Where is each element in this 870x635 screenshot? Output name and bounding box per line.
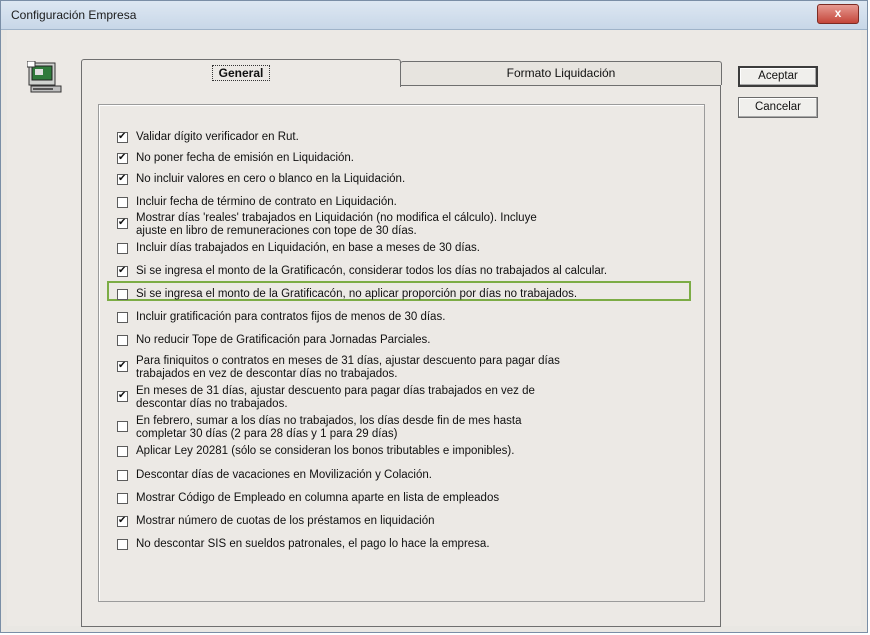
option-row[interactable]: Descontar días de vacaciones en Moviliza… [117,469,432,482]
option-label-line: Mostrar número de cuotas de los préstamo… [136,515,435,527]
computer-settings-icon [27,61,62,93]
option-label: Aplicar Ley 20281 (sólo se consideran lo… [136,445,514,458]
option-label-line: No poner fecha de emisión en Liquidación… [136,152,355,164]
option-label-line: Mostrar días 'reales' trabajados en Liqu… [136,212,537,224]
checkbox-checked[interactable] [117,151,128,164]
option-label-line: No reducir Tope de Gratificación para Jo… [136,334,431,346]
checkbox-checked[interactable] [117,359,128,372]
option-row[interactable]: Si se ingresa el monto de la Gratificacó… [117,288,577,301]
option-row[interactable]: En meses de 31 días, ajustar descuento p… [117,385,535,411]
option-label-line: Si se ingresa el monto de la Gratificacó… [136,288,578,300]
option-label-line: No descontar SIS en sueldos patronales, … [136,538,490,550]
option-label-line: completar 30 días (2 para 28 días y 1 pa… [136,428,398,440]
option-row[interactable]: Incluir gratificación para contratos fij… [117,311,445,324]
option-label-line: Incluir fecha de término de contrato en … [136,196,397,208]
option-label-line: Si se ingresa el monto de la Gratificacó… [136,265,608,277]
option-label-line: Descontar días de vacaciones en Moviliza… [136,469,432,481]
option-label-line: ajuste en libro de remuneraciones con to… [136,225,417,237]
close-button[interactable]: x [817,4,859,24]
option-label-line: En febrero, sumar a los días no trabajad… [136,415,522,427]
option-label: Mostrar días 'reales' trabajados en Liqu… [136,212,537,238]
option-label: En meses de 31 días, ajustar descuento p… [136,385,535,411]
option-label: No poner fecha de emisión en Liquidación… [136,152,354,165]
option-row[interactable]: Si se ingresa el monto de la Gratificacó… [117,264,607,278]
title-bar: Configuración Empresa x [1,1,867,30]
checkbox-checked[interactable] [117,389,128,402]
checkbox-unchecked[interactable] [117,312,128,323]
option-label-line: Para finiquitos o contratos en meses de … [136,355,560,367]
option-row[interactable]: Mostrar Código de Empleado en columna ap… [117,492,499,505]
option-label: Mostrar número de cuotas de los préstamo… [136,515,435,528]
option-label-line: Incluir gratificación para contratos fij… [136,311,446,323]
option-label: Mostrar Código de Empleado en columna ap… [136,492,499,505]
option-label-line: Aplicar Ley 20281 (sólo se consideran lo… [136,445,515,457]
window-title: Configuración Empresa [11,8,137,22]
option-label-line: No incluir valores en cero o blanco en l… [136,173,406,185]
option-label: Validar dígito verificador en Rut. [136,131,299,144]
option-label: Si se ingresa el monto de la Gratificacó… [136,288,577,301]
option-label: Si se ingresa el monto de la Gratificacó… [136,265,607,278]
cancel-button[interactable]: Cancelar [738,97,818,118]
close-icon: x [834,6,842,20]
tab-general-label: General [211,65,271,81]
option-label: No reducir Tope de Gratificación para Jo… [136,334,430,347]
option-row[interactable]: Validar dígito verificador en Rut. [117,130,299,144]
option-label-line: Incluir días trabajados en Liquidación, … [136,242,480,254]
checkbox-unchecked[interactable] [117,289,128,300]
option-row[interactable]: No incluir valores en cero o blanco en l… [117,172,405,186]
option-row[interactable]: Incluir días trabajados en Liquidación, … [117,242,480,255]
option-label-line: descontar días no trabajados. [136,398,288,410]
option-label: No incluir valores en cero o blanco en l… [136,173,405,186]
option-row[interactable]: No reducir Tope de Gratificación para Jo… [117,334,430,347]
tab-control: General Formato Liquidación Validar dígi… [81,59,722,629]
checkbox-unchecked[interactable] [117,539,128,550]
checkbox-checked[interactable] [117,514,128,527]
option-row[interactable]: Mostrar días 'reales' trabajados en Liqu… [117,212,537,238]
option-row[interactable]: Para finiquitos o contratos en meses de … [117,355,560,381]
checkbox-checked[interactable] [117,172,128,185]
checkbox-unchecked[interactable] [117,493,128,504]
checkbox-checked[interactable] [117,216,128,229]
checkbox-unchecked[interactable] [117,446,128,457]
options-group: Validar dígito verificador en Rut. No pon… [98,104,705,602]
option-label-line: trabajados en vez de descontar días no t… [136,368,398,380]
checkbox-unchecked[interactable] [117,197,128,208]
option-label-line: Mostrar Código de Empleado en columna ap… [136,492,500,504]
option-row[interactable]: No descontar SIS en sueldos patronales, … [117,538,490,551]
option-label: Descontar días de vacaciones en Moviliza… [136,469,432,482]
accept-button[interactable]: Aceptar [738,66,818,87]
checkbox-unchecked[interactable] [117,470,128,481]
option-label: En febrero, sumar a los días no trabajad… [136,415,521,441]
config-window: Configuración Empresa x General Formato … [0,0,868,633]
checkbox-unchecked[interactable] [117,421,128,432]
option-label: Incluir fecha de término de contrato en … [136,196,397,209]
checkbox-checked[interactable] [117,264,128,277]
checkbox-unchecked[interactable] [117,243,128,254]
tab-general[interactable]: General [81,59,401,87]
option-row[interactable]: Aplicar Ley 20281 (sólo se consideran lo… [117,445,514,458]
tab-panel-general: Validar dígito verificador en Rut. No pon… [81,85,721,627]
checkbox-checked[interactable] [117,130,128,143]
option-label: Para finiquitos o contratos en meses de … [136,355,560,381]
option-label-line: Validar dígito verificador en Rut. [136,131,299,143]
option-row[interactable]: Mostrar número de cuotas de los préstamo… [117,514,435,528]
option-row[interactable]: No poner fecha de emisión en Liquidación… [117,151,354,165]
tab-formato-liquidacion[interactable]: Formato Liquidación [400,61,722,85]
option-label-line: En meses de 31 días, ajustar descuento p… [136,385,535,397]
option-row[interactable]: Incluir fecha de término de contrato en … [117,196,397,209]
option-row[interactable]: En febrero, sumar a los días no trabajad… [117,415,521,441]
option-label: No descontar SIS en sueldos patronales, … [136,538,490,551]
option-label: Incluir días trabajados en Liquidación, … [136,242,480,255]
tab-formato-label: Formato Liquidación [506,66,616,80]
option-label: Incluir gratificación para contratos fij… [136,311,445,324]
checkbox-unchecked[interactable] [117,335,128,346]
